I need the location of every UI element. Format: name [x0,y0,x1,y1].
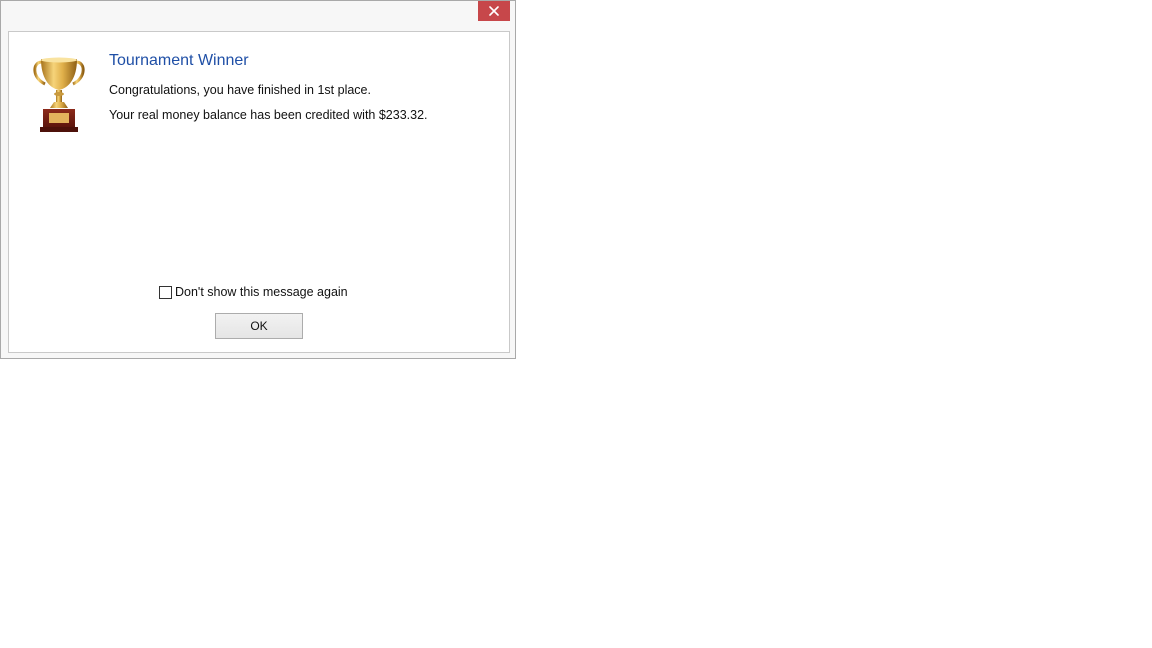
dont-show-again-option[interactable]: Don't show this message again [159,285,348,299]
dont-show-again-checkbox[interactable] [159,285,172,299]
ok-button[interactable]: OK [215,313,303,339]
close-icon [489,6,499,16]
tournament-winner-dialog: Tournament Winner Congratulations, you h… [0,0,516,359]
close-button[interactable] [478,1,510,21]
dialog-title: Tournament Winner [109,52,249,69]
trophy-icon [33,57,85,132]
message-placement: Congratulations, you have finished in 1s… [109,83,371,97]
dialog-content: Tournament Winner Congratulations, you h… [8,31,510,353]
message-credit: Your real money balance has been credite… [109,108,428,122]
dont-show-again-label: Don't show this message again [175,285,348,299]
